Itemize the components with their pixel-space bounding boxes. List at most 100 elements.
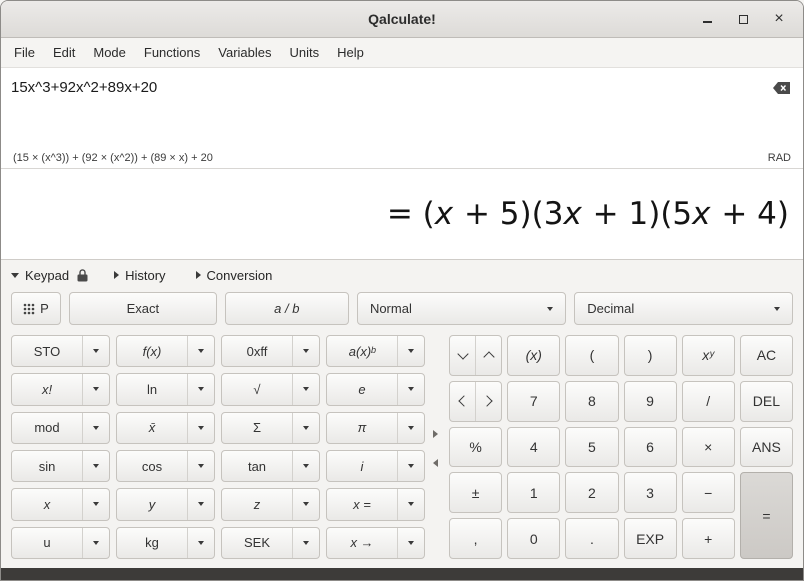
key-5[interactable]: 5	[565, 427, 618, 468]
key-plus-minus[interactable]: ±	[449, 472, 502, 513]
key-ans[interactable]: ANS	[740, 427, 793, 468]
menu-units[interactable]: Units	[281, 40, 329, 65]
key-i-dropdown[interactable]	[398, 451, 424, 481]
nav-right-button[interactable]	[475, 382, 501, 421]
key-unit-kg[interactable]: kg	[116, 527, 215, 559]
nav-down-button[interactable]	[450, 336, 475, 375]
key-exp[interactable]: EXP	[624, 518, 677, 559]
fraction-mode-button[interactable]: a / b	[225, 292, 349, 325]
collapse-keypad-left-icon[interactable]	[433, 459, 438, 467]
key-cos[interactable]: cos	[116, 450, 215, 482]
key-var-z-dropdown[interactable]	[293, 489, 319, 519]
key-currency-sek-dropdown[interactable]	[293, 528, 319, 558]
key-var-y[interactable]: y	[116, 488, 215, 520]
key-assign-dropdown[interactable]	[398, 489, 424, 519]
maximize-button[interactable]	[731, 7, 755, 31]
key-factorial-dropdown[interactable]	[83, 374, 109, 404]
key-function[interactable]: f(x)	[116, 335, 215, 367]
key-sum[interactable]: Σ	[221, 412, 320, 444]
key-unit-u[interactable]: u	[11, 527, 110, 559]
close-button[interactable]: ×	[767, 7, 791, 31]
number-base-dropdown[interactable]: Decimal	[574, 292, 793, 325]
expression-area[interactable]: 15x^3+92x^2+89x+20 (15 × (x^3)) + (92 × …	[1, 68, 803, 169]
key-mean[interactable]: x̄	[116, 412, 215, 444]
key-var-x[interactable]: x	[11, 488, 110, 520]
key-convert-to[interactable]: x →	[326, 527, 425, 559]
menu-edit[interactable]: Edit	[44, 40, 84, 65]
history-expander[interactable]: History	[114, 268, 165, 283]
expand-keypad-right-icon[interactable]	[433, 430, 438, 438]
key-power-function[interactable]: a(x)ᵇ	[326, 335, 425, 367]
key-mean-dropdown[interactable]	[188, 413, 214, 443]
nav-up-button[interactable]	[475, 336, 501, 375]
output-mode-dropdown[interactable]: Normal	[357, 292, 566, 325]
key-del[interactable]: DEL	[740, 381, 793, 422]
menu-functions[interactable]: Functions	[135, 40, 209, 65]
key-ln[interactable]: ln	[116, 373, 215, 405]
key-pi[interactable]: π	[326, 412, 425, 444]
minimize-button[interactable]	[695, 7, 719, 31]
key-close-paren[interactable]: )	[624, 335, 677, 376]
key-open-paren[interactable]: (	[565, 335, 618, 376]
key-0[interactable]: 0	[507, 518, 560, 559]
backspace-button[interactable]	[772, 81, 791, 100]
key-hex-dropdown[interactable]	[293, 336, 319, 366]
key-6[interactable]: 6	[624, 427, 677, 468]
key-sin[interactable]: sin	[11, 450, 110, 482]
exact-mode-button[interactable]: Exact	[69, 292, 217, 325]
menu-help[interactable]: Help	[328, 40, 373, 65]
key-cos-dropdown[interactable]	[188, 451, 214, 481]
conversion-expander[interactable]: Conversion	[196, 268, 273, 283]
menu-variables[interactable]: Variables	[209, 40, 280, 65]
key-multiply[interactable]: ×	[682, 427, 735, 468]
programming-keypad-button[interactable]: P	[11, 292, 61, 325]
key-dot[interactable]: .	[565, 518, 618, 559]
key-7[interactable]: 7	[507, 381, 560, 422]
key-unit-u-dropdown[interactable]	[83, 528, 109, 558]
key-hex[interactable]: 0xff	[221, 335, 320, 367]
key-tan-dropdown[interactable]	[293, 451, 319, 481]
nav-left-button[interactable]	[450, 382, 475, 421]
key-2[interactable]: 2	[565, 472, 618, 513]
key-power-function-dropdown[interactable]	[398, 336, 424, 366]
key-minus[interactable]: −	[682, 472, 735, 513]
key-9[interactable]: 9	[624, 381, 677, 422]
key-power[interactable]: xʸ	[682, 335, 735, 376]
keypad-lock-button[interactable]	[77, 269, 88, 282]
key-sqrt[interactable]: √	[221, 373, 320, 405]
key-i[interactable]: i	[326, 450, 425, 482]
key-3[interactable]: 3	[624, 472, 677, 513]
key-mod[interactable]: mod	[11, 412, 110, 444]
key-sum-dropdown[interactable]	[293, 413, 319, 443]
key-tan[interactable]: tan	[221, 450, 320, 482]
key-ac[interactable]: AC	[740, 335, 793, 376]
key-e[interactable]: e	[326, 373, 425, 405]
key-4[interactable]: 4	[507, 427, 560, 468]
angle-mode-indicator[interactable]: RAD	[768, 152, 791, 164]
menu-file[interactable]: File	[5, 40, 44, 65]
key-plus[interactable]: +	[682, 518, 735, 559]
key-pi-dropdown[interactable]	[398, 413, 424, 443]
key-percent[interactable]: %	[449, 427, 502, 468]
key-currency-sek[interactable]: SEK	[221, 527, 320, 559]
key-var-y-dropdown[interactable]	[188, 489, 214, 519]
key-e-dropdown[interactable]	[398, 374, 424, 404]
key-convert-to-dropdown[interactable]	[398, 528, 424, 558]
key-var-z[interactable]: z	[221, 488, 320, 520]
key-1[interactable]: 1	[507, 472, 560, 513]
key-factorial[interactable]: x!	[11, 373, 110, 405]
key-sin-dropdown[interactable]	[83, 451, 109, 481]
key-var-x-dropdown[interactable]	[83, 489, 109, 519]
key-divide[interactable]: /	[682, 381, 735, 422]
titlebar[interactable]: Qalculate! ×	[1, 1, 803, 38]
expression-input[interactable]: 15x^3+92x^2+89x+20	[11, 79, 157, 96]
menu-mode[interactable]: Mode	[84, 40, 135, 65]
key-store-dropdown[interactable]	[83, 336, 109, 366]
key-store[interactable]: STO	[11, 335, 110, 367]
key-ln-dropdown[interactable]	[188, 374, 214, 404]
key-mod-dropdown[interactable]	[83, 413, 109, 443]
key-equals[interactable]: =	[740, 472, 793, 559]
key-comma[interactable]: ,	[449, 518, 502, 559]
key-8[interactable]: 8	[565, 381, 618, 422]
key-sqrt-dropdown[interactable]	[293, 374, 319, 404]
